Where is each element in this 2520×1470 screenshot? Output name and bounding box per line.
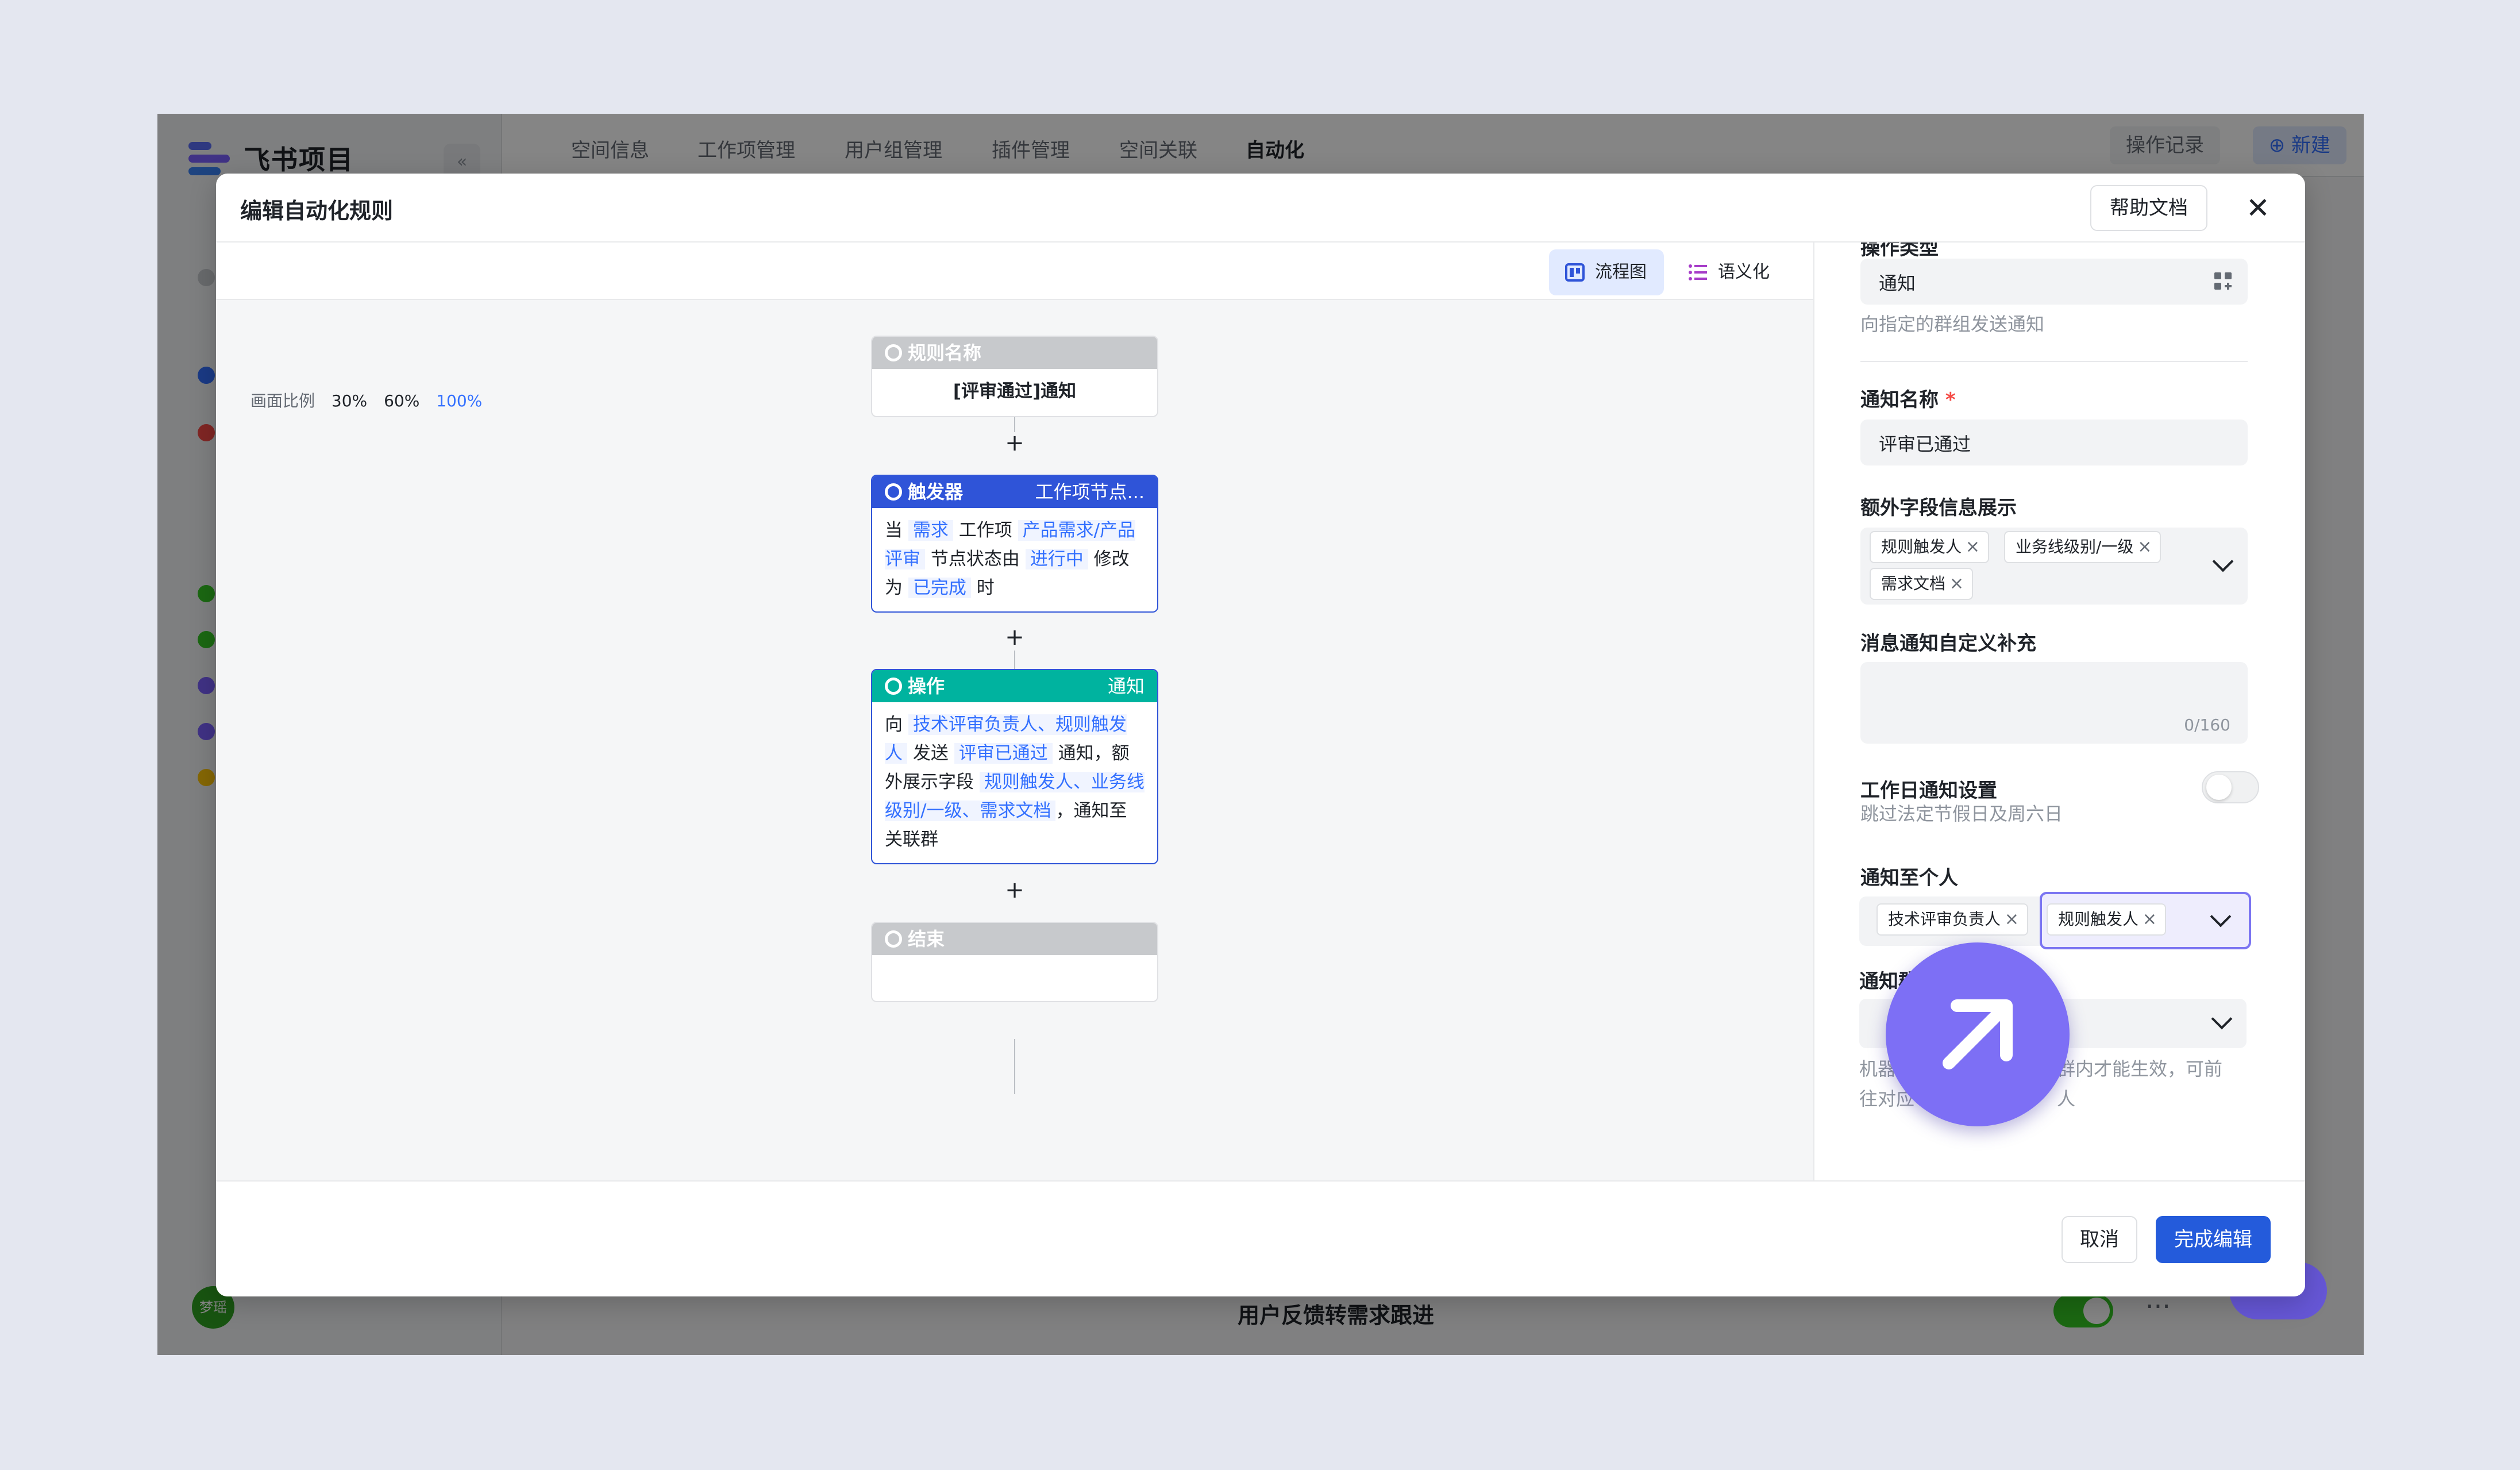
tag-label: 规则触发人 [2058, 910, 2139, 929]
action-description: 向 技术评审负责人、规则触发人 发送 评审已通过 通知，额外展示字段 规则触发人… [872, 702, 1157, 863]
dialog-title: 编辑自动化规则 [240, 198, 394, 224]
personal-tag[interactable]: 技术评审负责人 × [1876, 903, 2029, 936]
play-icon [885, 344, 902, 361]
extra-fields-label: 额外字段信息展示 [1860, 497, 2017, 519]
extra-field-tag[interactable]: 业务线级别/一级 × [2004, 531, 2161, 563]
edit-automation-dialog: 编辑自动化规则 帮助文档 ✕ 流程图 语义化 画面比例 30% 60% 100%… [216, 174, 2305, 1296]
add-step-button[interactable]: + [1003, 879, 1026, 902]
tag-close-icon[interactable]: × [2005, 905, 2019, 934]
workday-setting-hint: 跳过法定节假日及周六日 [1860, 803, 2063, 825]
tag-label: 技术评审负责人 [1888, 910, 2001, 929]
text: 工作项 [958, 520, 1012, 541]
flowchart-view-label: 流程图 [1595, 262, 1647, 282]
text: 节点状态由 [930, 549, 1020, 569]
notice-name-label: 通知名称 * [1860, 384, 1956, 412]
action-type: 通知 [1107, 675, 1145, 697]
trigger-node-title: 触发器 [908, 481, 964, 503]
dialog-header: 编辑自动化规则 帮助文档 ✕ [216, 174, 2305, 243]
cancel-button[interactable]: 取消 [2062, 1216, 2137, 1263]
from-status-chip: 进行中 [1025, 549, 1088, 569]
close-icon[interactable]: ✕ [2240, 190, 2276, 226]
required-mark: * [1945, 388, 1956, 411]
add-step-button[interactable]: + [1003, 432, 1026, 455]
tag-label: 需求文档 [1881, 574, 1946, 593]
tag-close-icon[interactable]: × [2137, 532, 2152, 562]
tag-label: 规则触发人 [1881, 537, 1962, 556]
tag-close-icon[interactable]: × [1966, 532, 1980, 562]
semantic-view-button[interactable]: 语义化 [1672, 249, 1787, 295]
dialog-footer: 取消 完成编辑 [216, 1180, 2305, 1296]
rule-name-node[interactable]: 规则名称 [评审通过]通知 [871, 336, 1158, 417]
extra-field-tag[interactable]: 需求文档 × [1870, 568, 1974, 600]
tag-close-icon[interactable]: × [2143, 905, 2157, 934]
notice-name-label-text: 通知名称 [1860, 388, 1939, 411]
action-type-label: 操作类型 [1860, 243, 1939, 260]
trigger-node[interactable]: 触发器 工作项节点... 当 需求 工作项 产品需求/产品评审 节点状态由 进行… [871, 475, 1158, 613]
notice-name-input[interactable]: 评审已通过 [1860, 420, 2248, 465]
rule-name-node-header: 规则名称 [872, 337, 1157, 369]
flowchart-view-button[interactable]: 流程图 [1549, 249, 1664, 295]
rule-name-value: [评审通过]通知 [953, 381, 1077, 402]
chevron-down-icon [2212, 551, 2234, 572]
action-icon [885, 678, 902, 695]
arrow-glyph [1943, 999, 2013, 1069]
extra-fields-select[interactable]: 规则触发人 × 业务线级别/一级 × 需求文档 × [1860, 528, 2248, 605]
notify-personal-label: 通知至个人 [1860, 867, 1958, 890]
action-node-title: 操作 [908, 675, 945, 697]
notice-name-value: 评审已通过 [1879, 433, 1971, 455]
action-node[interactable]: 操作 通知 向 技术评审负责人、规则触发人 发送 评审已通过 通知，额外展示字段… [871, 669, 1158, 864]
view-switch-bar: 流程图 语义化 [216, 243, 1813, 300]
add-step-button[interactable]: + [1003, 626, 1026, 649]
to-status-chip: 已完成 [908, 578, 971, 598]
flowchart-icon [1565, 263, 1585, 282]
text: 发送 [912, 743, 949, 764]
text: 向 [885, 714, 903, 735]
grid-icon [2214, 272, 2232, 290]
notify-group-hint-right: 群内才能生效，可前人 [2057, 1054, 2252, 1114]
text: 通知 [1058, 743, 1094, 764]
scale-label: 画面比例 [251, 391, 315, 410]
bolt-icon [885, 483, 902, 501]
text: 当 [885, 520, 903, 541]
end-node-title: 结束 [908, 928, 945, 950]
trigger-description: 当 需求 工作项 产品需求/产品评审 节点状态由 进行中 修改为 已完成 时 [872, 508, 1157, 611]
custom-message-label: 消息通知自定义补充 [1860, 632, 2036, 655]
list-icon [1689, 264, 1707, 280]
scale-100[interactable]: 100% [436, 391, 482, 410]
work-item-type-chip: 需求 [908, 520, 953, 541]
chevron-down-icon [2211, 1008, 2233, 1030]
scale-30[interactable]: 30% [332, 391, 367, 410]
end-node[interactable]: 结束 [871, 922, 1158, 1002]
end-icon [885, 930, 902, 948]
action-node-header: 操作 通知 [872, 670, 1157, 702]
semantic-view-label: 语义化 [1718, 262, 1770, 282]
notice-name-chip: 评审已通过 [954, 743, 1053, 764]
finish-edit-button[interactable]: 完成编辑 [2156, 1216, 2271, 1263]
divider [1860, 361, 2248, 362]
scale-60[interactable]: 60% [384, 391, 419, 410]
action-type-select[interactable]: 通知 [1860, 259, 2248, 305]
flow-canvas[interactable]: 流程图 语义化 画面比例 30% 60% 100% 规则名称 [评审通过]通知 … [216, 243, 1813, 1180]
extra-field-tag[interactable]: 规则触发人 × [1870, 531, 1990, 563]
hint-text: 群内才能生效，可前 [2057, 1058, 2223, 1080]
connector-line [1014, 1039, 1015, 1094]
tag-label: 业务线级别/一级 [2016, 537, 2134, 556]
personal-tag[interactable]: 规则触发人 × [2047, 903, 2167, 936]
rule-name-node-title: 规则名称 [908, 342, 982, 364]
action-type-value: 通知 [1879, 272, 1916, 294]
zoom-scale: 画面比例 30% 60% 100% [251, 388, 494, 411]
action-type-hint: 向指定的群组发送通知 [1860, 313, 2045, 335]
char-counter: 0/160 [2184, 715, 2230, 734]
trigger-type: 工作项节点... [1035, 481, 1145, 503]
text: 时 [976, 578, 995, 598]
trigger-node-header: 触发器 工作项节点... [872, 476, 1157, 508]
custom-message-textarea[interactable]: 0/160 [1860, 662, 2248, 744]
help-docs-button[interactable]: 帮助文档 [2090, 185, 2207, 231]
tag-close-icon[interactable]: × [1949, 569, 1964, 599]
arrow-up-right-icon [1886, 942, 2070, 1126]
end-node-header: 结束 [872, 923, 1157, 955]
